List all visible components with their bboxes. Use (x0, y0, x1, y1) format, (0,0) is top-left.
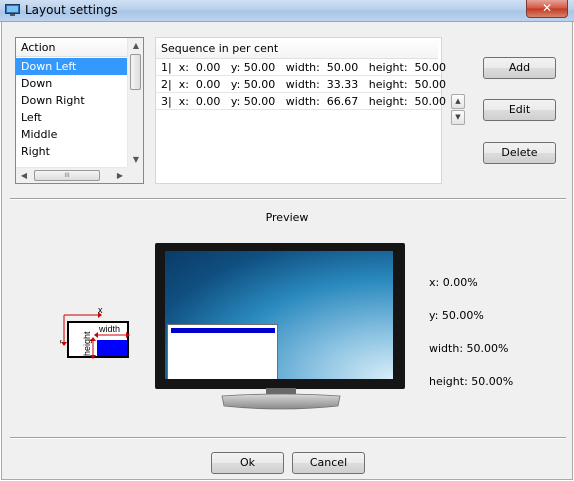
list-item[interactable]: Right (16, 143, 128, 160)
list-item[interactable]: Down (16, 75, 128, 92)
info-y: y: 50.00% (429, 309, 484, 322)
ok-button[interactable]: Ok (211, 452, 284, 474)
list-vertical-scrollbar[interactable]: ▲ ▼ (127, 38, 143, 168)
list-item[interactable]: Down Left (16, 58, 128, 75)
preview-window-titlebar (171, 328, 275, 333)
preview-title: Preview (265, 211, 309, 224)
scroll-up-arrow-icon[interactable]: ▲ (128, 38, 143, 54)
scroll-right-arrow-icon[interactable]: ▶ (112, 168, 128, 183)
window-title: Layout settings (25, 3, 118, 17)
monitor-preview (155, 243, 405, 389)
vertical-scroll-thumb[interactable] (130, 54, 141, 90)
cancel-button[interactable]: Cancel (292, 452, 365, 474)
preview-window (167, 324, 278, 379)
separator (10, 437, 566, 439)
table-row[interactable]: 2| x: 0.00 y: 50.00 width: 33.33 height:… (156, 76, 446, 93)
table-row[interactable]: 3| x: 0.00 y: 50.00 width: 66.67 height:… (156, 93, 446, 110)
list-item[interactable]: Down Right (16, 92, 128, 109)
table-row[interactable]: 1| x: 0.00 y: 50.00 width: 50.00 height:… (156, 59, 446, 76)
diagram-width-label: width (98, 324, 120, 334)
action-list-items: Down Left Down Down Right Left Middle Ri… (16, 58, 128, 160)
separator (10, 198, 566, 200)
edit-button[interactable]: Edit (483, 99, 556, 121)
list-item[interactable]: Left (16, 109, 128, 126)
action-list-header[interactable]: Action (16, 38, 128, 57)
diagram-window-area (97, 340, 127, 356)
move-up-button[interactable]: ▲ (451, 94, 465, 109)
diagram-x-label: x (98, 305, 103, 315)
info-x: x: 0.00% (429, 276, 478, 289)
info-height: height: 50.00% (429, 375, 514, 388)
title-bar: Layout settings ✕ (0, 0, 574, 22)
scroll-down-arrow-icon[interactable]: ▼ (128, 152, 143, 168)
scrollbar-corner (127, 167, 143, 183)
monitor-stand (221, 388, 341, 410)
sequence-header: Sequence in per cent (156, 38, 438, 59)
scroll-left-arrow-icon[interactable]: ◀ (16, 168, 32, 183)
action-list[interactable]: Action Down Left Down Down Right Left Mi… (15, 37, 144, 184)
monitor-screen (165, 251, 393, 379)
delete-button[interactable]: Delete (483, 142, 556, 164)
sequence-table[interactable]: Sequence in per cent 1| x: 0.00 y: 50.00… (155, 37, 446, 184)
horizontal-scroll-thumb[interactable]: III (34, 170, 100, 181)
diagram-height-label: height (82, 331, 92, 356)
move-down-button[interactable]: ▼ (451, 110, 465, 125)
list-item[interactable]: Middle (16, 126, 128, 143)
list-horizontal-scrollbar[interactable]: ◀ III ▶ (16, 167, 128, 183)
layout-diagram: x y width height (60, 305, 130, 359)
close-button[interactable]: ✕ (526, 0, 568, 18)
add-button[interactable]: Add (483, 57, 556, 79)
info-width: width: 50.00% (429, 342, 509, 355)
dialog-body: Action Down Left Down Down Right Left Mi… (1, 22, 573, 480)
monitor-icon (5, 4, 20, 16)
